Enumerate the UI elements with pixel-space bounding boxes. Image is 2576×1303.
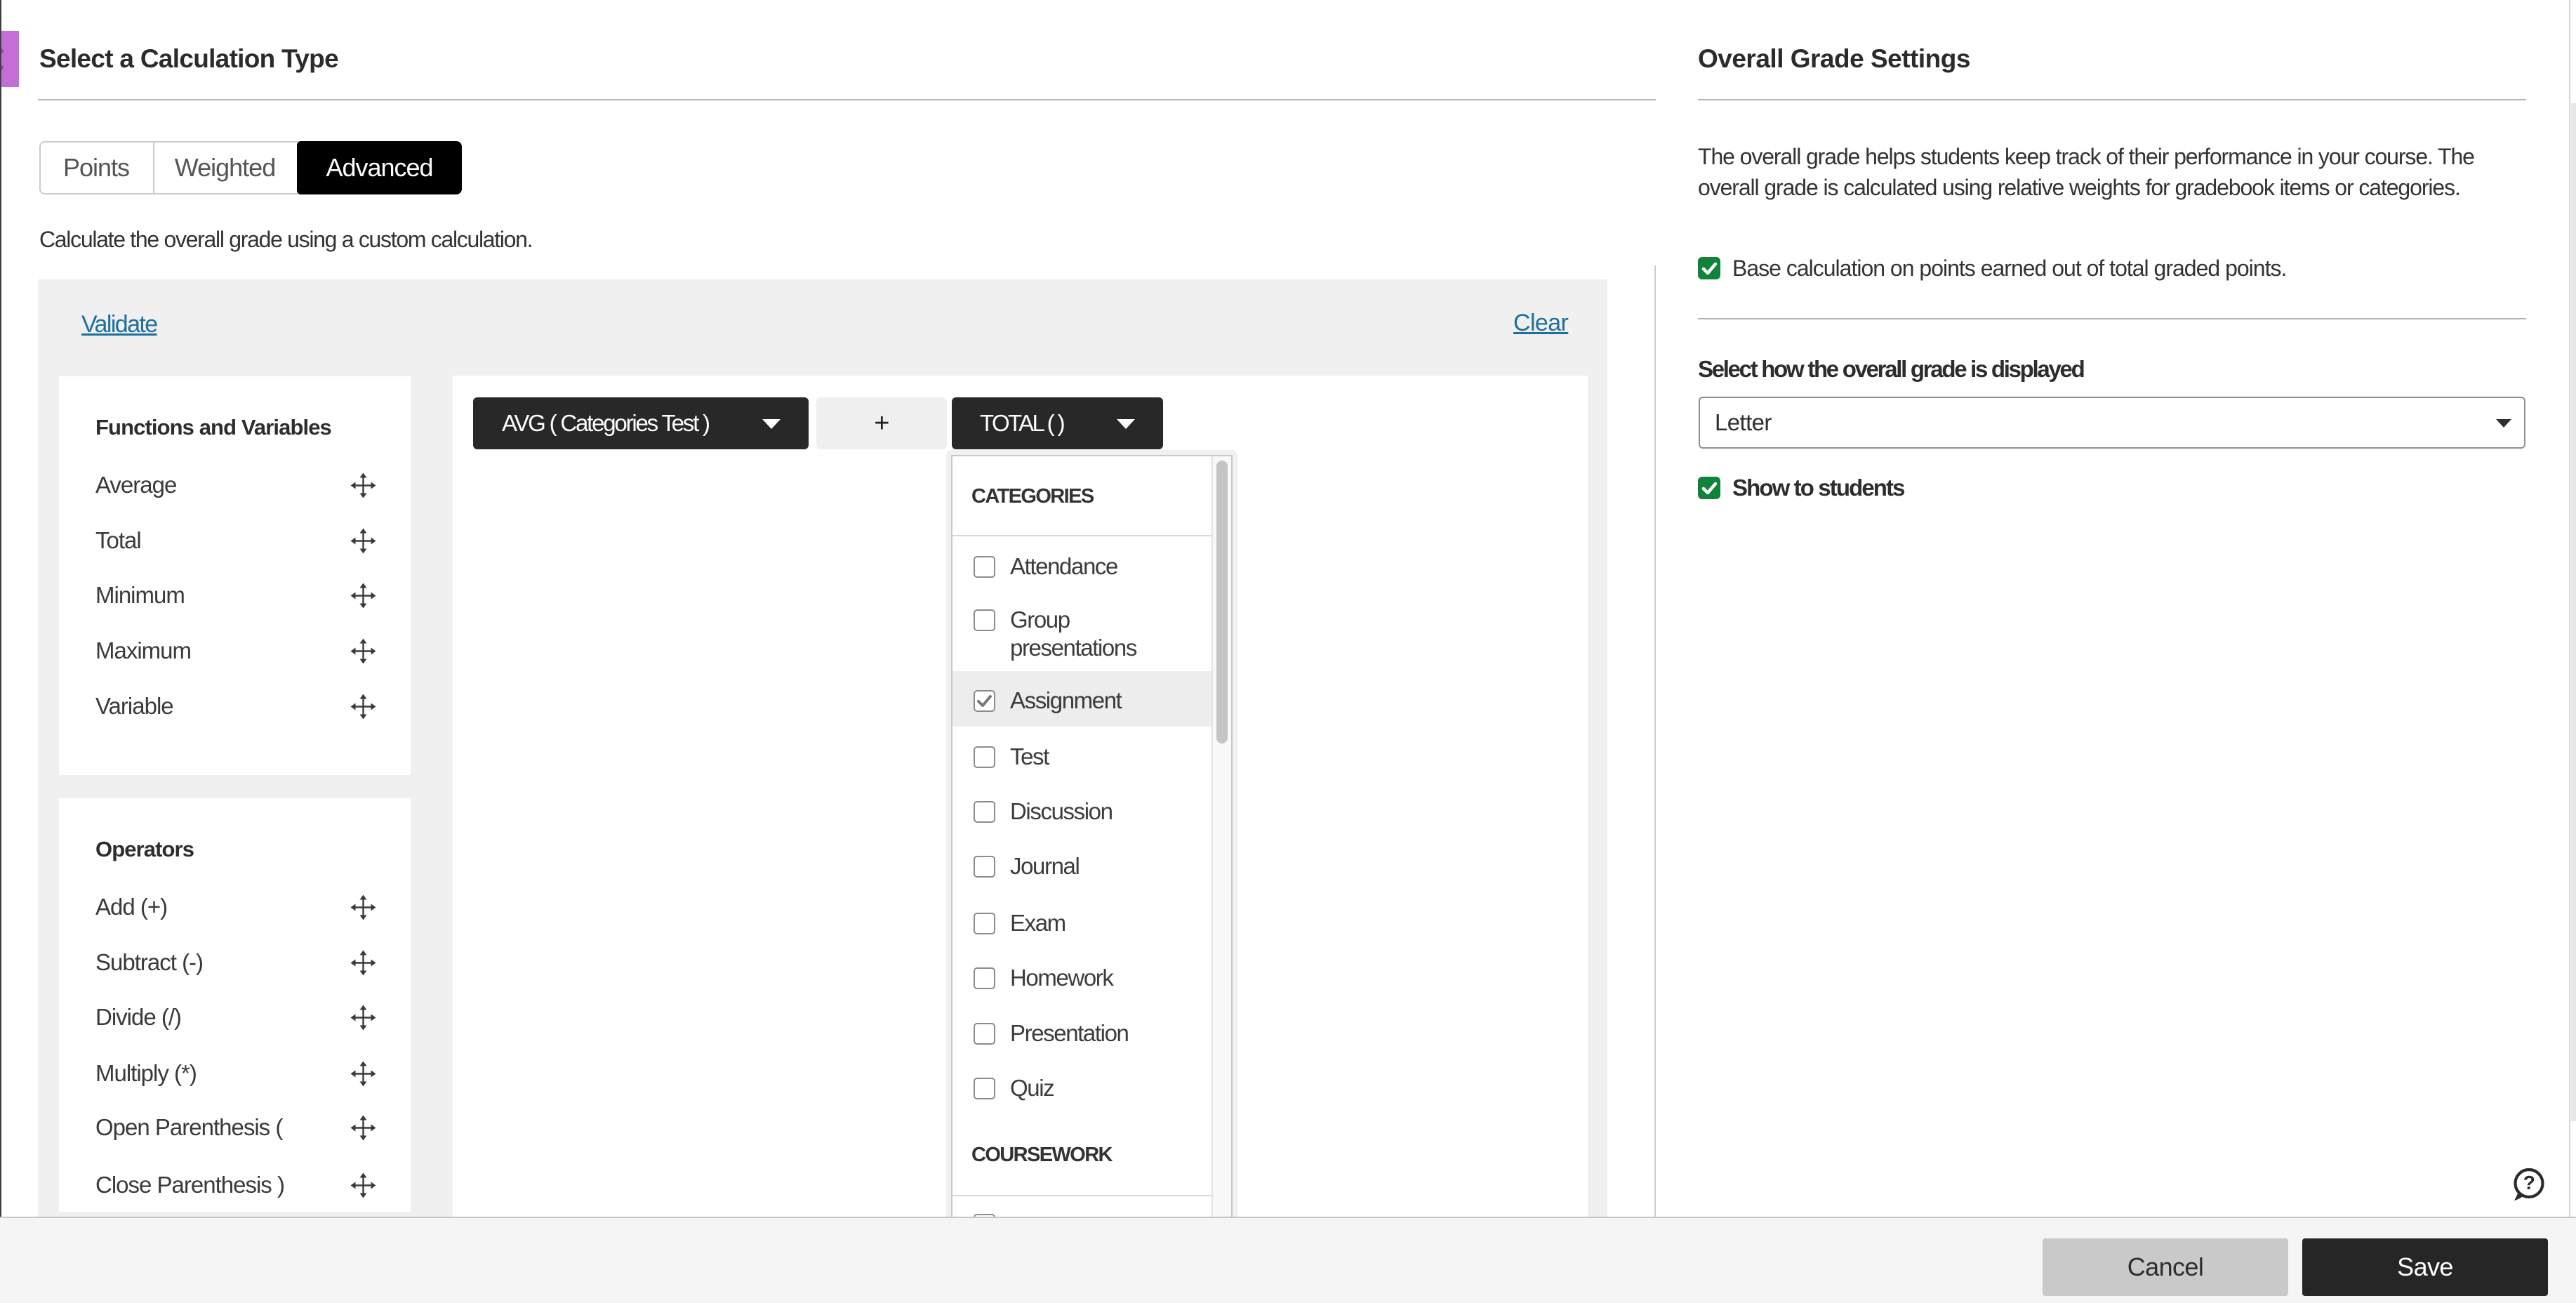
svg-text:?: ? <box>2523 1172 2535 1193</box>
